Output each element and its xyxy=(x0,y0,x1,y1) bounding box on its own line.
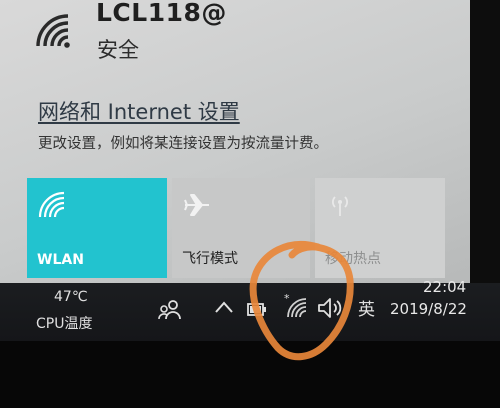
svg-text:*: * xyxy=(284,293,290,305)
cpu-temperature-value: 47℃ xyxy=(54,289,88,305)
airplane-mode-tile[interactable]: 飞行模式 xyxy=(172,178,310,278)
wlan-toggle-tile[interactable]: WLAN xyxy=(27,178,167,278)
hotspot-icon xyxy=(332,196,348,216)
clock-time[interactable]: 22:04 xyxy=(423,278,466,296)
chevron-up-icon[interactable] xyxy=(213,297,235,317)
wifi-icon[interactable]: * xyxy=(282,293,310,319)
network-settings-description: 更改设置，例如将某连接设置为按流量计费。 xyxy=(38,136,328,152)
mobile-hotspot-tile-label: 移动热点 xyxy=(325,251,381,267)
network-name[interactable]: LCL118@ xyxy=(96,0,227,27)
input-language-indicator[interactable]: 英 xyxy=(358,295,375,320)
volume-icon[interactable] xyxy=(316,295,346,321)
people-icon[interactable] xyxy=(158,299,182,321)
cpu-temperature-label: CPU温度 xyxy=(36,316,93,332)
airplane-icon xyxy=(184,194,209,216)
network-flyout: LCL118@ 安全 网络和 Internet 设置 更改设置，例如将某连接设置… xyxy=(0,0,470,285)
airplane-mode-tile-label: 飞行模式 xyxy=(182,251,238,267)
wifi-icon xyxy=(38,191,65,218)
mobile-hotspot-tile[interactable]: 移动热点 xyxy=(315,178,445,278)
network-settings-link[interactable]: 网络和 Internet 设置 xyxy=(38,96,240,126)
battery-icon[interactable] xyxy=(246,299,268,319)
wlan-tile-label: WLAN xyxy=(37,252,84,268)
clock-date[interactable]: 2019/8/22 xyxy=(390,300,467,318)
screen-bezel xyxy=(0,341,500,408)
screen: LCL118@ 安全 网络和 Internet 设置 更改设置，例如将某连接设置… xyxy=(0,0,500,408)
network-status: 安全 xyxy=(97,38,139,62)
taskbar: 47℃ CPU温度 * 英 22:04 2019/8/22 xyxy=(0,278,500,341)
wifi-icon xyxy=(36,14,70,48)
